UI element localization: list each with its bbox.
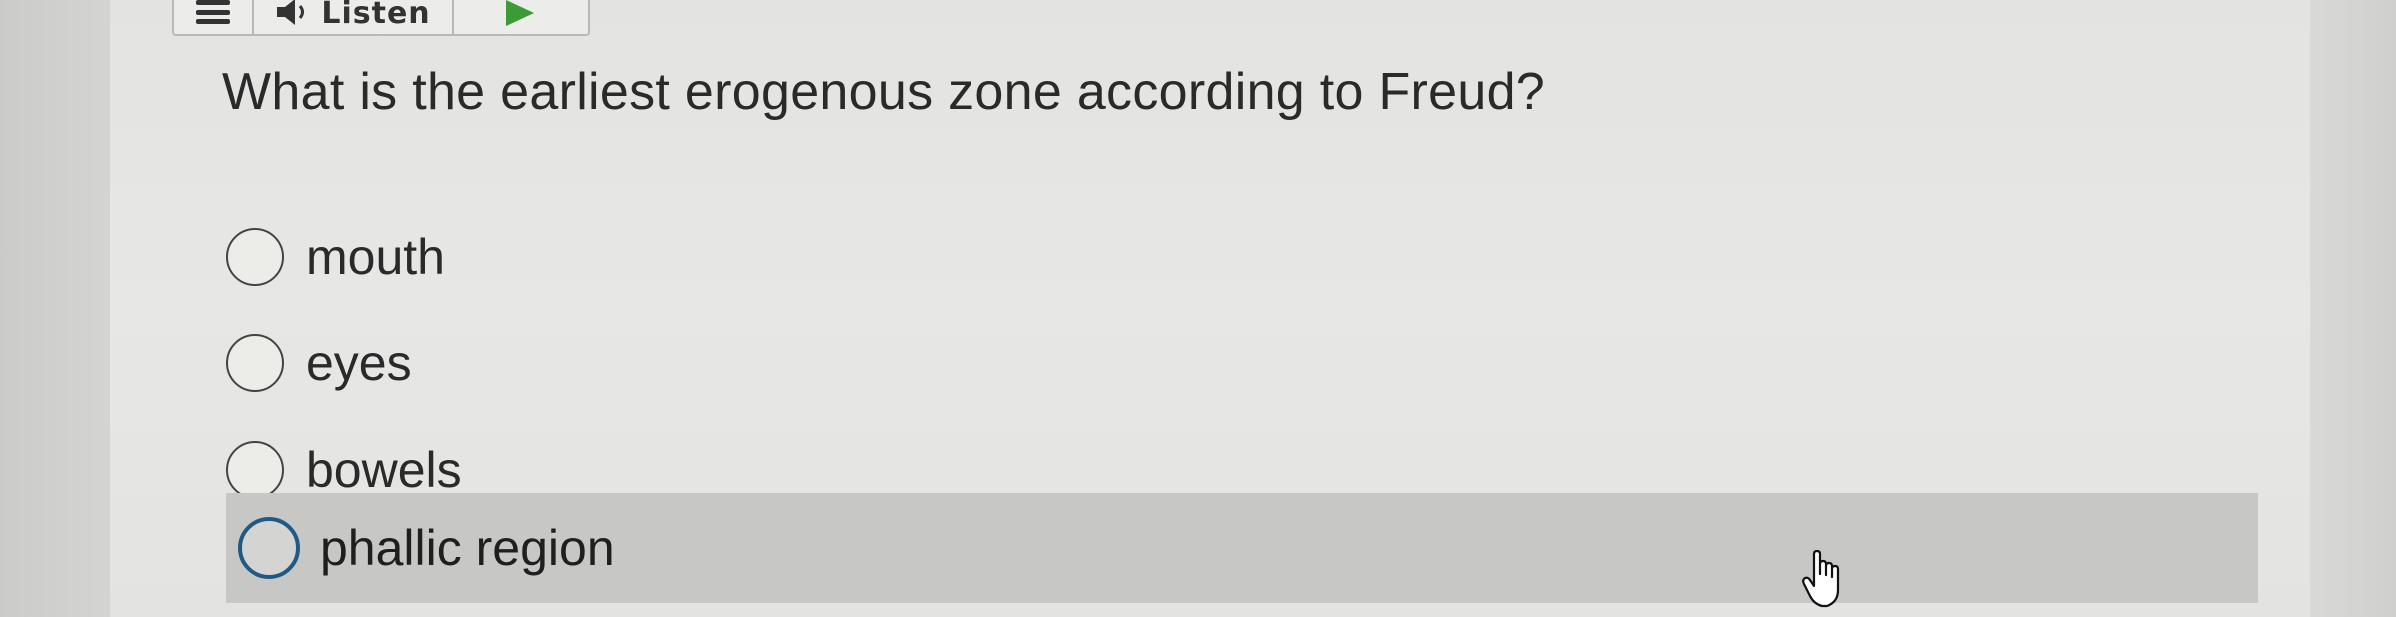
menu-button[interactable] [174,0,254,34]
radio-button[interactable] [226,228,284,286]
page-background: Listen What is the earliest erogenous zo… [0,0,2396,617]
answer-option-eyes[interactable]: eyes [226,313,412,413]
hand-pointer-cursor-icon [1802,550,1840,608]
question-text: What is the earliest erogenous zone acco… [222,63,1546,121]
answer-label: eyes [306,335,412,391]
answer-option-mouth[interactable]: mouth [226,207,445,307]
listen-label: Listen [321,0,431,31]
answer-label: mouth [306,229,445,285]
left-gutter [0,0,110,617]
menu-icon [196,0,230,24]
reader-toolbar: Listen [172,0,590,36]
radio-button[interactable] [238,517,300,579]
right-edge [2310,0,2396,617]
radio-button[interactable] [226,334,284,392]
speaker-icon [277,0,305,25]
listen-button[interactable]: Listen [254,0,454,34]
answer-label: bowels [306,442,462,498]
play-icon [506,0,534,26]
answer-option-phallic-region[interactable]: phallic region [226,493,2258,603]
play-button[interactable] [454,0,584,34]
answer-label: phallic region [320,520,615,576]
radio-button[interactable] [226,441,284,499]
